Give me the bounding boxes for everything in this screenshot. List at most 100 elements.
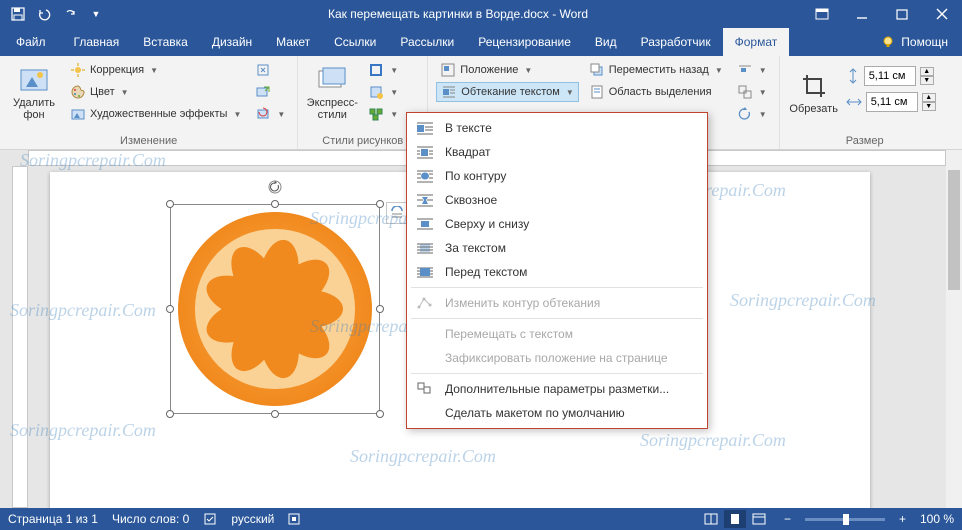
resize-handle-se[interactable] bbox=[376, 410, 384, 418]
page-count[interactable]: Страница 1 из 1 bbox=[8, 512, 98, 526]
position-button[interactable]: Положение▼ bbox=[436, 60, 578, 80]
change-picture-button[interactable] bbox=[251, 82, 289, 102]
wrap-tight-item[interactable]: По контуру bbox=[407, 164, 707, 188]
group-label-adjust: Изменение bbox=[8, 133, 289, 147]
chevron-down-icon: ▼ bbox=[715, 66, 723, 75]
chevron-down-icon: ▼ bbox=[390, 110, 398, 119]
zoom-slider[interactable] bbox=[805, 518, 885, 521]
chevron-down-icon: ▼ bbox=[759, 66, 767, 75]
height-input[interactable] bbox=[864, 66, 916, 86]
resize-handle-e[interactable] bbox=[376, 305, 384, 313]
align-button[interactable]: ▼ bbox=[733, 60, 771, 80]
compress-icon bbox=[255, 62, 271, 78]
styles-gallery-icon bbox=[317, 65, 347, 95]
chevron-down-icon: ▼ bbox=[390, 88, 398, 97]
tell-me-area[interactable]: Помощн bbox=[881, 28, 962, 56]
tab-layout[interactable]: Макет bbox=[264, 28, 322, 56]
color-button[interactable]: Цвет▼ bbox=[66, 82, 245, 102]
print-layout-button[interactable] bbox=[724, 510, 746, 528]
ribbon-display-button[interactable] bbox=[802, 0, 842, 28]
resize-handle-w[interactable] bbox=[166, 305, 174, 313]
language[interactable]: русский bbox=[231, 512, 274, 526]
chevron-down-icon: ▼ bbox=[390, 66, 398, 75]
crop-button[interactable]: Обрезать bbox=[788, 60, 840, 126]
web-layout-button[interactable] bbox=[748, 510, 770, 528]
zoom-slider-thumb[interactable] bbox=[843, 514, 849, 525]
read-mode-button[interactable] bbox=[700, 510, 722, 528]
tab-file[interactable]: Файл bbox=[0, 28, 62, 56]
wrap-topbottom-item[interactable]: Сверху и снизу bbox=[407, 212, 707, 236]
minimize-button[interactable] bbox=[842, 0, 882, 28]
wrap-topbottom-icon bbox=[415, 216, 435, 232]
resize-handle-ne[interactable] bbox=[376, 200, 384, 208]
tab-home[interactable]: Главная bbox=[62, 28, 132, 56]
reset-picture-button[interactable]: ▼ bbox=[251, 104, 289, 124]
wrap-through-item[interactable]: Сквозное bbox=[407, 188, 707, 212]
tab-insert[interactable]: Вставка bbox=[131, 28, 200, 56]
width-input[interactable] bbox=[866, 92, 918, 112]
artistic-effects-button[interactable]: Художественные эффекты▼ bbox=[66, 104, 245, 124]
set-default-layout-item[interactable]: Сделать макетом по умолчанию bbox=[407, 401, 707, 425]
corrections-button[interactable]: Коррекция▼ bbox=[66, 60, 245, 80]
rotate-button[interactable]: ▼ bbox=[733, 104, 771, 124]
save-button[interactable] bbox=[8, 4, 28, 24]
wrap-text-button[interactable]: Обтекание текстом▼ bbox=[436, 82, 578, 102]
resize-handle-nw[interactable] bbox=[166, 200, 174, 208]
separator bbox=[411, 373, 703, 374]
qat-customize-button[interactable]: ▼ bbox=[86, 4, 106, 24]
width-up[interactable]: ▲ bbox=[922, 93, 936, 102]
compress-button[interactable] bbox=[251, 60, 289, 80]
chevron-down-icon: ▼ bbox=[759, 110, 767, 119]
redo-button[interactable] bbox=[60, 4, 80, 24]
vertical-scrollbar[interactable] bbox=[946, 150, 962, 508]
height-up[interactable]: ▲ bbox=[920, 67, 934, 76]
layout-options-button[interactable] bbox=[386, 202, 408, 224]
tab-format[interactable]: Формат bbox=[723, 28, 790, 56]
picture-layout-button[interactable]: ▼ bbox=[364, 104, 402, 124]
selection-pane-button[interactable]: Область выделения bbox=[585, 82, 727, 102]
wrap-text-dropdown: В тексте Квадрат По контуру Сквозное Све… bbox=[406, 112, 708, 429]
tab-view[interactable]: Вид bbox=[583, 28, 629, 56]
resize-handle-n[interactable] bbox=[271, 200, 279, 208]
status-bar: Страница 1 из 1 Число слов: 0 русский − … bbox=[0, 508, 962, 530]
close-button[interactable] bbox=[922, 0, 962, 28]
tab-references[interactable]: Ссылки bbox=[322, 28, 388, 56]
layout-icon bbox=[368, 106, 384, 122]
undo-button[interactable] bbox=[34, 4, 54, 24]
wrap-inline-item[interactable]: В тексте bbox=[407, 116, 707, 140]
resize-handle-sw[interactable] bbox=[166, 410, 174, 418]
macro-recording[interactable] bbox=[288, 513, 300, 525]
group-button[interactable]: ▼ bbox=[733, 82, 771, 102]
remove-background-button[interactable]: Удалить фон bbox=[8, 60, 60, 126]
spell-check[interactable] bbox=[203, 512, 217, 526]
resize-handle-s[interactable] bbox=[271, 410, 279, 418]
height-field: ▲▼ bbox=[846, 66, 936, 86]
wrap-square-item[interactable]: Квадрат bbox=[407, 140, 707, 164]
zoom-in-button[interactable]: + bbox=[899, 512, 906, 526]
wrap-inline-icon bbox=[415, 120, 435, 136]
send-backward-button[interactable]: Переместить назад▼ bbox=[585, 60, 727, 80]
zoom-level[interactable]: 100 % bbox=[920, 512, 954, 526]
picture-effects-button[interactable]: ▼ bbox=[364, 82, 402, 102]
tab-review[interactable]: Рецензирование bbox=[466, 28, 583, 56]
zoom-out-button[interactable]: − bbox=[784, 512, 791, 526]
rotate-handle[interactable] bbox=[268, 180, 282, 194]
tab-developer[interactable]: Разработчик bbox=[629, 28, 723, 56]
width-down[interactable]: ▼ bbox=[922, 102, 936, 111]
height-down[interactable]: ▼ bbox=[920, 76, 934, 85]
tab-design[interactable]: Дизайн bbox=[200, 28, 264, 56]
wrap-front-item[interactable]: Перед текстом bbox=[407, 260, 707, 284]
more-layout-options-item[interactable]: Дополнительные параметры разметки... bbox=[407, 377, 707, 401]
change-pic-icon bbox=[255, 84, 271, 100]
express-styles-button[interactable]: Экспресс-стили bbox=[306, 60, 358, 126]
scrollbar-thumb[interactable] bbox=[948, 170, 960, 290]
bulb-icon bbox=[881, 35, 895, 49]
vertical-ruler[interactable] bbox=[12, 166, 28, 508]
wrap-behind-item[interactable]: За текстом bbox=[407, 236, 707, 260]
maximize-button[interactable] bbox=[882, 0, 922, 28]
tab-mailings[interactable]: Рассылки bbox=[388, 28, 466, 56]
selected-image[interactable] bbox=[170, 204, 380, 414]
wrap-square-icon bbox=[415, 144, 435, 160]
picture-border-button[interactable]: ▼ bbox=[364, 60, 402, 80]
word-count[interactable]: Число слов: 0 bbox=[112, 512, 189, 526]
